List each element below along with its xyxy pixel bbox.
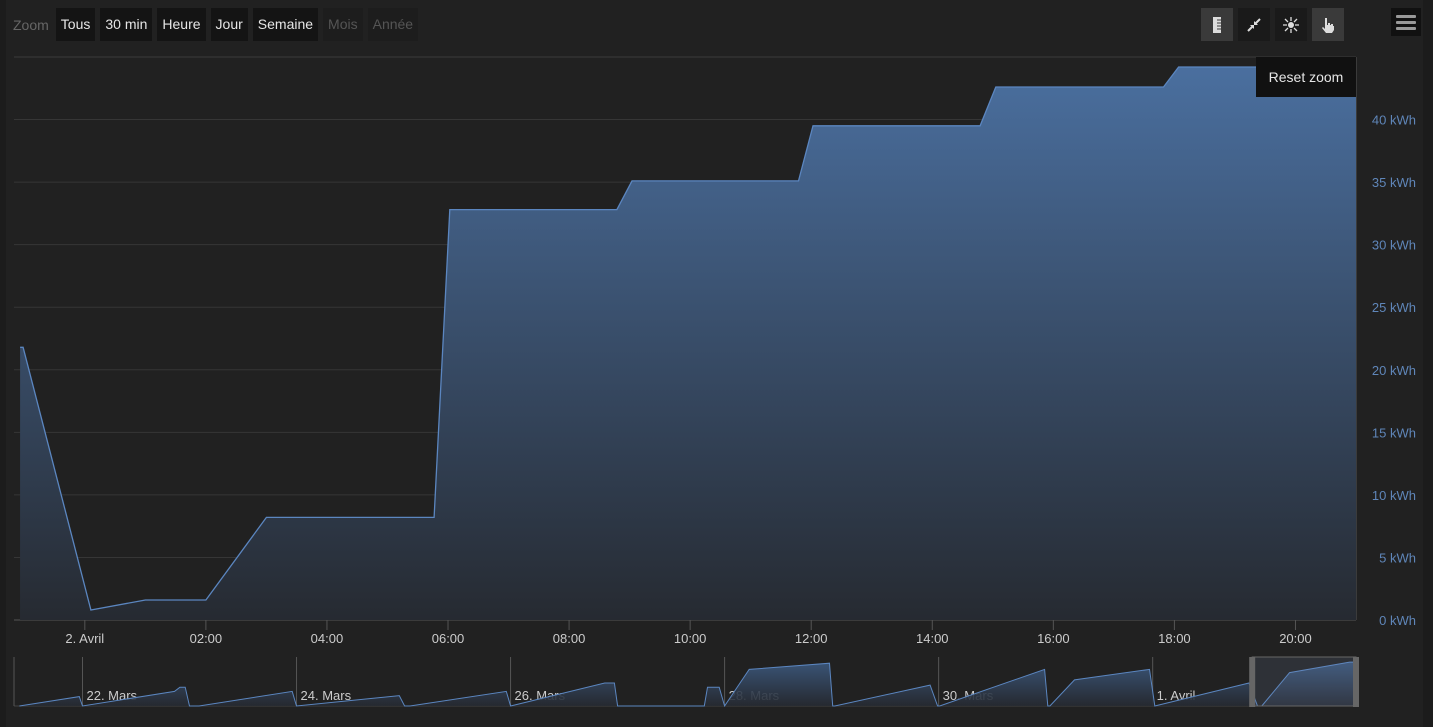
x-tick-label: 08:00 <box>553 631 586 646</box>
navigator-area <box>19 662 1357 706</box>
navigator-right-handle[interactable] <box>1353 657 1359 707</box>
reset-zoom-tooltip[interactable]: Reset zoom <box>1256 57 1356 97</box>
x-tick-label: 06:00 <box>432 631 465 646</box>
y-tick-label: 0 kWh <box>1379 613 1416 628</box>
y-tick-label: 30 kWh <box>1372 238 1416 253</box>
navigator-line <box>19 661 1356 708</box>
chart[interactable]: 0 kWh 5 kWh 10 kWh 15 kWh 20 kWh 25 kWh 30 kWh… <box>0 0 1433 727</box>
y-tick-label: 40 kWh <box>1372 113 1416 128</box>
y-tick-label: 15 kWh <box>1372 425 1416 440</box>
x-tick-label: 10:00 <box>674 631 707 646</box>
navigator-left-handle[interactable] <box>1249 657 1256 707</box>
x-tick-label: 16:00 <box>1037 631 1070 646</box>
y-tick-label: 5 kWh <box>1379 550 1416 565</box>
series-area <box>20 67 1357 620</box>
navigator-selection[interactable] <box>1251 656 1357 707</box>
y-tick-label: 35 kWh <box>1372 175 1416 190</box>
x-tick-label: 12:00 <box>795 631 828 646</box>
x-tick-label: 18:00 <box>1158 631 1191 646</box>
x-tick-label: 02:00 <box>190 631 223 646</box>
y-tick-label: 25 kWh <box>1372 300 1416 315</box>
x-tick-label: 14:00 <box>916 631 949 646</box>
x-tick-label: 04:00 <box>311 631 344 646</box>
x-tick-label: 2. Avril <box>65 631 104 646</box>
y-tick-label: 20 kWh <box>1372 363 1416 378</box>
x-tick-label: 20:00 <box>1279 631 1312 646</box>
y-tick-label: 10 kWh <box>1372 488 1416 503</box>
